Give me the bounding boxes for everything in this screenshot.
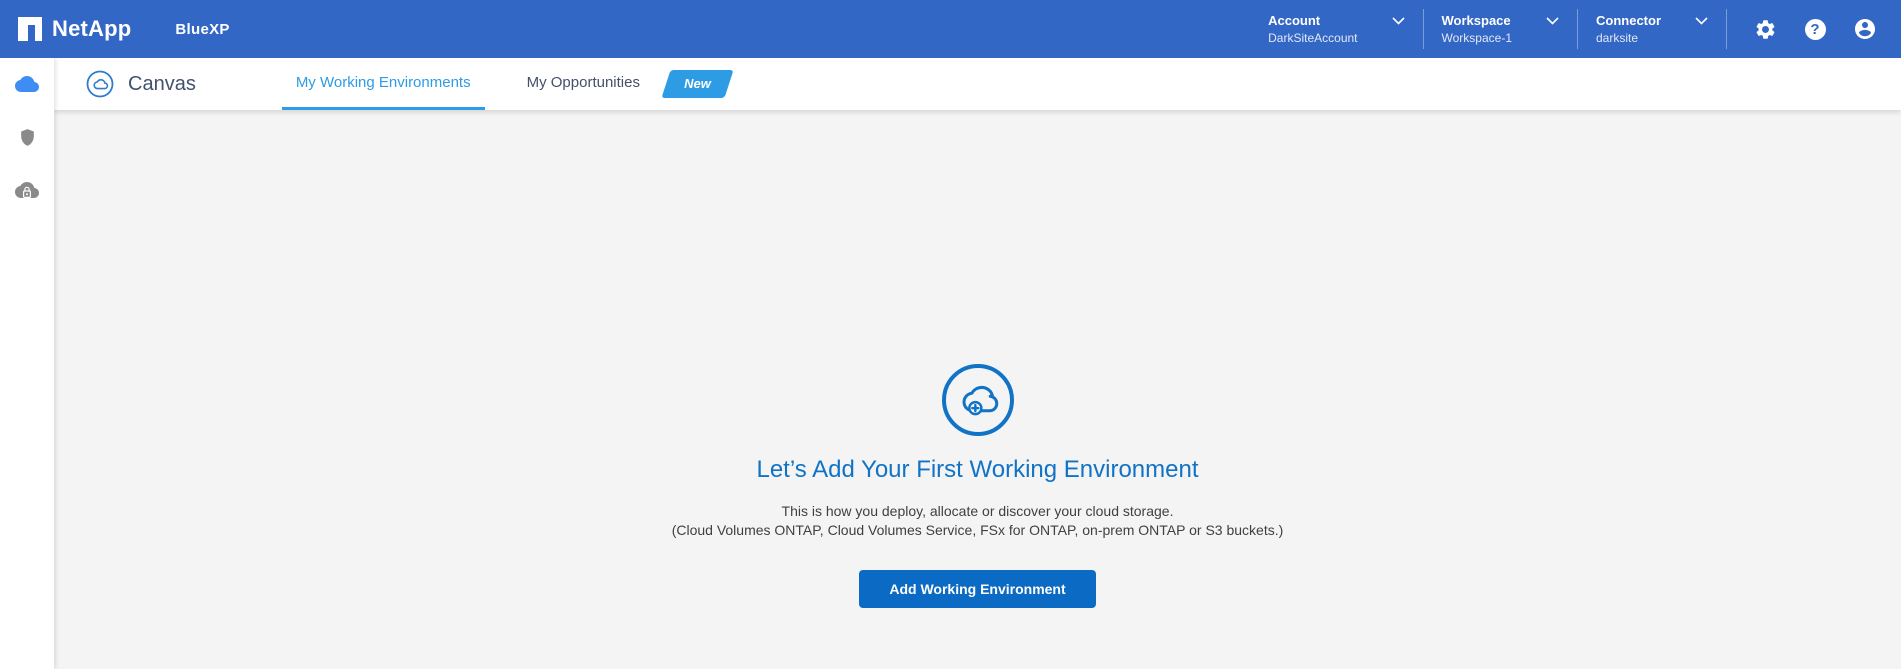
new-badge-label: New — [684, 76, 711, 91]
canvas-tabs: My Working Environments My Opportunities… — [281, 58, 734, 110]
empty-state-line2: (Cloud Volumes ONTAP, Cloud Volumes Serv… — [671, 522, 1284, 538]
shield-icon — [20, 129, 34, 146]
tab-my-opportunities[interactable]: My Opportunities — [513, 58, 654, 110]
help-button[interactable]: ? — [1803, 17, 1827, 41]
user-account-button[interactable] — [1853, 17, 1877, 41]
settings-button[interactable] — [1753, 17, 1777, 41]
help-icon: ? — [1804, 18, 1826, 40]
user-account-icon — [1855, 19, 1875, 39]
cloud-plus-icon — [962, 385, 998, 416]
empty-state-heading: Let’s Add Your First Working Environment — [756, 456, 1199, 483]
workspace-menu-label: Workspace — [1441, 13, 1511, 29]
page-title: Canvas — [128, 72, 196, 95]
topbar-icons: ? — [1753, 17, 1877, 41]
app-body: Canvas My Working Environments My Opport… — [0, 58, 1901, 669]
gear-icon — [1756, 19, 1774, 39]
connector-menu-value: darksite — [1596, 30, 1639, 45]
canvas-cloud-icon — [86, 70, 114, 98]
brand-name: NetApp — [52, 16, 132, 41]
netapp-mark-icon — [18, 17, 42, 41]
account-menu-label: Account — [1268, 13, 1321, 29]
topbar-right: Account DarkSiteAccount Workspace Worksp… — [1250, 9, 1877, 49]
sidebar-item-protection[interactable] — [15, 125, 39, 149]
topbar-divider — [1726, 9, 1727, 49]
empty-state: Let’s Add Your First Working Environment… — [54, 364, 1901, 608]
tab-label: My Opportunities — [526, 74, 640, 91]
canvas-title-wrap: Canvas — [86, 70, 196, 98]
left-nav-rail — [0, 58, 54, 669]
workspace-menu[interactable]: Workspace Workspace-1 — [1424, 12, 1577, 46]
chevron-down-icon — [1695, 17, 1708, 25]
chevron-down-icon — [1546, 17, 1559, 25]
empty-state-line1: This is how you deploy, allocate or disc… — [781, 503, 1174, 519]
account-menu-value: DarkSiteAccount — [1268, 30, 1358, 45]
account-menu[interactable]: Account DarkSiteAccount — [1250, 12, 1422, 46]
main-column: Canvas My Working Environments My Opport… — [54, 58, 1901, 669]
connector-menu-label: Connector — [1596, 13, 1661, 29]
new-badge: New — [661, 70, 734, 98]
add-working-environment-icon-circle — [941, 364, 1014, 436]
sidebar-item-cloud-security[interactable] — [15, 178, 39, 202]
netapp-logo: NetApp — [18, 16, 131, 42]
connector-menu[interactable]: Connector darksite — [1578, 12, 1726, 46]
add-working-environment-button[interactable]: Add Working Environment — [859, 570, 1096, 608]
cloud-icon — [15, 76, 39, 92]
empty-state-description: This is how you deploy, allocate or disc… — [672, 502, 1284, 540]
canvas-header: Canvas My Working Environments My Opport… — [54, 58, 1901, 110]
canvas-body: Let’s Add Your First Working Environment… — [54, 110, 1901, 669]
topbar: NetApp BlueXP Account DarkSiteAccount Wo… — [0, 0, 1901, 58]
chevron-down-icon — [1391, 17, 1405, 25]
cloud-lock-icon — [15, 182, 39, 199]
product-name: BlueXP — [175, 20, 230, 38]
tab-label: My Working Environments — [295, 74, 471, 91]
sidebar-item-canvas[interactable] — [15, 72, 39, 96]
workspace-menu-value: Workspace-1 — [1441, 30, 1512, 45]
tab-my-working-environments[interactable]: My Working Environments — [281, 58, 485, 110]
